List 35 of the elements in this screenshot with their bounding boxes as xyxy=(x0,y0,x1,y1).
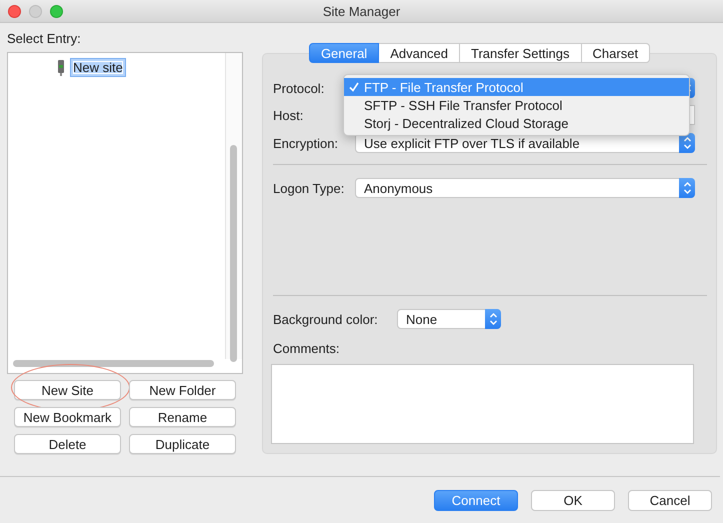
sidebar-button[interactable]: New Bookmark xyxy=(14,407,121,427)
sidebar-button[interactable]: Rename xyxy=(129,407,236,427)
field-label: Background color: xyxy=(273,312,379,326)
checkmark-icon xyxy=(349,82,359,92)
tab[interactable]: Charset xyxy=(582,43,650,63)
select-entry-label: Select Entry: xyxy=(7,32,81,46)
field-label: Host: xyxy=(273,108,304,122)
tab[interactable]: Transfer Settings xyxy=(460,43,582,63)
background-color-select[interactable]: None xyxy=(397,309,501,329)
tree-item[interactable]: New site xyxy=(70,58,126,77)
menu-item[interactable]: Storj - Decentralized Cloud Storage xyxy=(344,114,689,132)
window-title: Site Manager xyxy=(322,4,400,18)
stepper-icon xyxy=(679,178,695,198)
tab[interactable]: Advanced xyxy=(379,43,460,63)
zoom-button[interactable] xyxy=(50,4,63,18)
field-label: Logon Type: xyxy=(273,180,346,196)
vertical-scrollbar[interactable] xyxy=(230,145,237,362)
logon-type-select[interactable]: Anonymous xyxy=(355,178,695,198)
sidebar-button[interactable]: New Site xyxy=(14,380,121,400)
field-label: Comments: xyxy=(273,341,340,357)
field-label: Encryption: xyxy=(273,136,340,150)
dialog-button[interactable]: OK xyxy=(531,490,615,511)
server-icon xyxy=(57,60,65,76)
menu-item[interactable]: SFTP - SSH File Transfer Protocol xyxy=(344,96,689,114)
field-label: Protocol: xyxy=(273,80,326,96)
minimize-button[interactable] xyxy=(29,4,42,18)
dialog-button[interactable]: Cancel xyxy=(628,490,712,511)
comments-field[interactable] xyxy=(271,364,694,444)
stepper-icon xyxy=(485,309,501,329)
sidebar-button[interactable]: New Folder xyxy=(129,380,236,400)
stepper-icon xyxy=(679,133,695,153)
horizontal-scrollbar[interactable] xyxy=(13,360,214,367)
close-button[interactable] xyxy=(8,4,21,18)
sidebar-button[interactable]: Duplicate xyxy=(129,434,236,454)
sidebar-button[interactable]: Delete xyxy=(14,434,121,454)
